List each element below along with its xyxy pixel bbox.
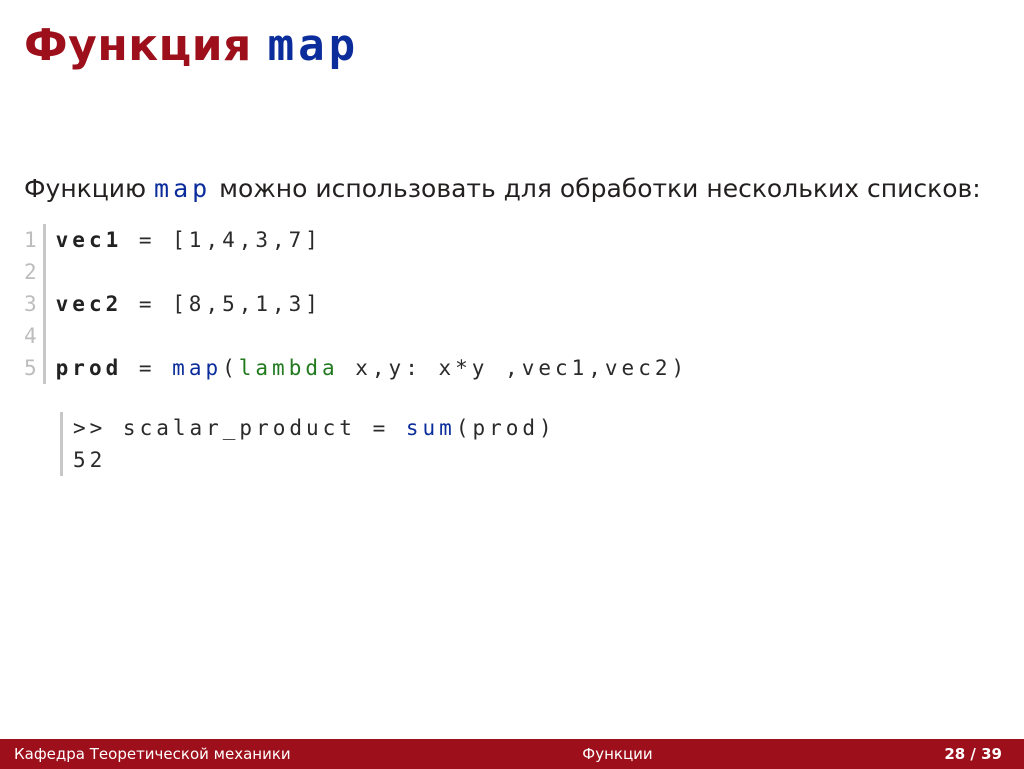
title-text: Функция xyxy=(24,20,268,71)
title-code: map xyxy=(268,20,359,71)
code-line: prod = map(lambda x,y: x*y ,vec1,vec2) xyxy=(56,352,1000,384)
code-eq: = xyxy=(122,356,172,380)
code-block: 1 2 3 4 5 vec1 = [1,4,3,7] vec2 = [8,5,1… xyxy=(24,224,1000,384)
code-line: vec2 = [8,5,1,3] xyxy=(56,288,1000,320)
code-args: x,y: x*y ,vec1,vec2) xyxy=(339,356,689,380)
code-kw: vec2 xyxy=(56,292,123,316)
output-args: (prod) xyxy=(456,416,556,440)
footer-left: Кафедра Теоретической механики xyxy=(0,745,291,763)
para-pre: Функцию xyxy=(24,174,154,203)
line-numbers: 1 2 3 4 5 xyxy=(24,224,43,384)
footer-page-number: 28 / 39 xyxy=(944,745,1024,763)
code-rest: = [8,5,1,3] xyxy=(122,292,322,316)
line-number: 1 xyxy=(24,224,39,256)
line-number: 4 xyxy=(24,320,39,352)
slide-footer: Кафедра Теоретической механики Функции 2… xyxy=(0,739,1024,769)
footer-center: Функции xyxy=(291,745,945,763)
line-number: 3 xyxy=(24,288,39,320)
code-fn-map: map xyxy=(172,356,222,380)
code-line: vec1 = [1,4,3,7] xyxy=(56,224,1000,256)
code-body: vec1 = [1,4,3,7] vec2 = [8,5,1,3] prod =… xyxy=(43,224,1000,384)
line-number: 5 xyxy=(24,352,39,384)
slide-title: Функция map xyxy=(24,20,1000,71)
intro-paragraph: Функцию map можно использовать для обраб… xyxy=(24,171,1000,206)
output-block: >> scalar_product = sum(prod) 52 xyxy=(60,412,1000,476)
line-number: 2 xyxy=(24,256,39,288)
code-line xyxy=(56,320,1000,352)
code-kw: prod xyxy=(56,356,123,380)
slide-content: Функция map Функцию map можно использова… xyxy=(0,0,1024,739)
output-prompt: >> scalar_product = xyxy=(73,416,406,440)
code-open: ( xyxy=(222,356,239,380)
code-line xyxy=(56,256,1000,288)
para-post: можно использовать для обработки несколь… xyxy=(211,174,980,203)
output-fn-sum: sum xyxy=(406,416,456,440)
para-code: map xyxy=(154,174,211,203)
output-line: >> scalar_product = sum(prod) xyxy=(73,412,1000,444)
output-line: 52 xyxy=(73,444,1000,476)
code-rest: = [1,4,3,7] xyxy=(122,228,322,252)
code-kw: vec1 xyxy=(56,228,123,252)
code-lambda: lambda xyxy=(239,356,339,380)
slide: Функция map Функцию map можно использова… xyxy=(0,0,1024,769)
